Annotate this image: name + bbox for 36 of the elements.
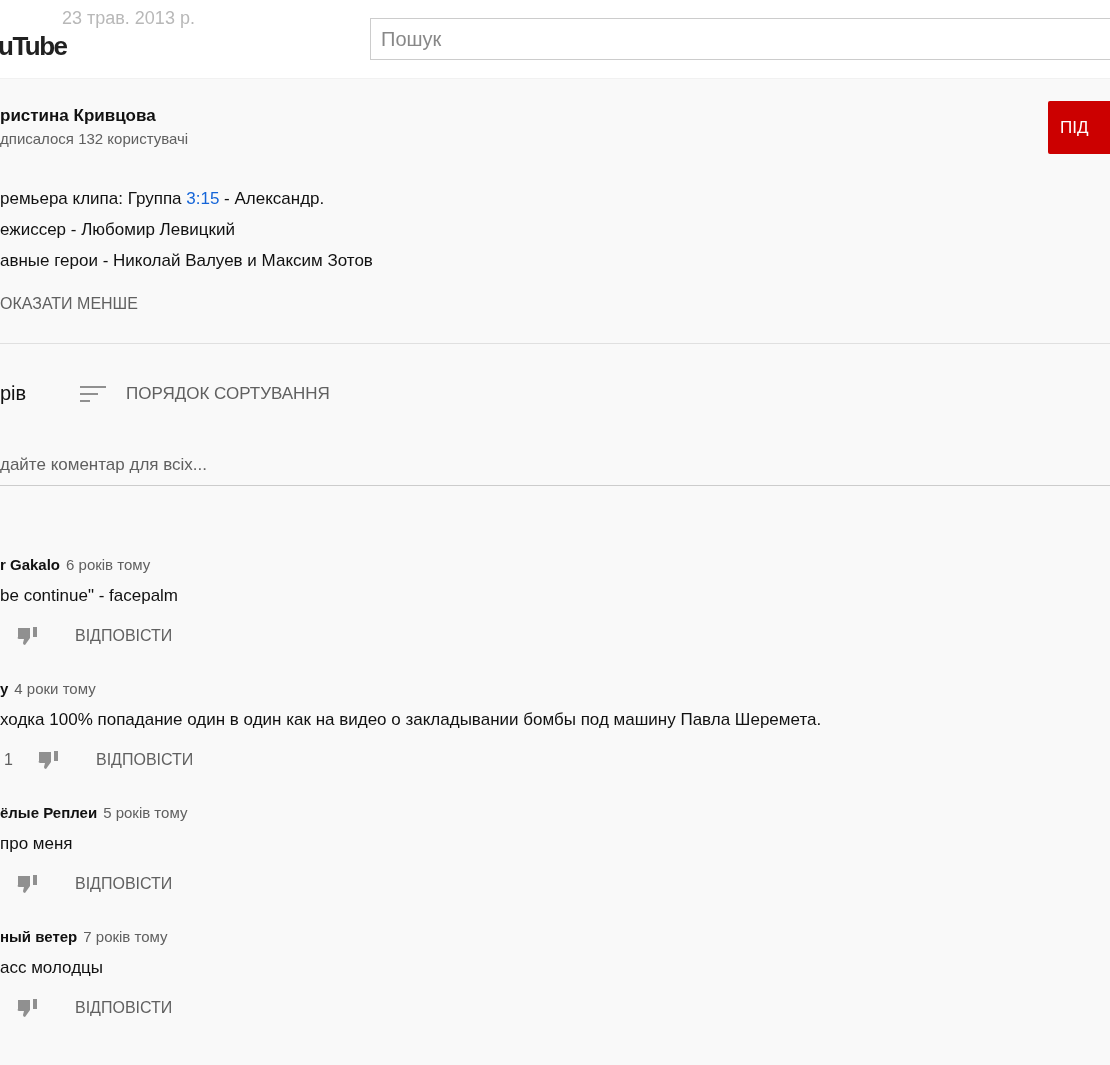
comment-author[interactable]: r Gakalo (0, 556, 61, 573)
comment-text: асс молодцы (0, 958, 104, 978)
description-line: ежиссер - Любомир Левицкий (0, 219, 236, 240)
comment-author[interactable]: y (0, 680, 9, 697)
search-field[interactable]: Пошук (370, 18, 1110, 60)
reply-button[interactable]: ВІДПОВІСТИ (96, 751, 194, 769)
like-count: 1 (4, 751, 14, 769)
comment-time[interactable]: 5 років тому (103, 804, 188, 821)
comment-time[interactable]: 7 років тому (83, 928, 168, 945)
comment-input[interactable]: дайте коментар для всіх... (0, 455, 1110, 486)
upload-date: 23 трав. 2013 р. (62, 8, 195, 29)
reply-button[interactable]: ВІДПОВІСТИ (75, 875, 173, 893)
description-line: авные герои - Николай Валуев и Максим Зотов (0, 250, 374, 271)
thumbs-down-icon[interactable] (38, 750, 60, 770)
logo[interactable]: uTube (0, 30, 67, 62)
description-line: ремьера клипа: Группа 3:15 - Александр. (0, 188, 326, 209)
reply-button[interactable]: ВІДПОВІСТИ (75, 999, 173, 1017)
comment-author[interactable]: ный ветер (0, 928, 78, 945)
thumbs-down-icon[interactable] (17, 874, 39, 894)
subscriber-count: дписалося 132 користувачі (0, 130, 189, 147)
comment-author[interactable]: ёлые Реплеи (0, 804, 98, 821)
reply-button[interactable]: ВІДПОВІСТИ (75, 627, 173, 645)
comment-text: be continue" - facepalm (0, 586, 180, 606)
comment-text: ходка 100% попадание один в один как на видео о закладывании бомбы под машину Павла Шеремета. (0, 710, 823, 730)
comment-time[interactable]: 6 років тому (66, 556, 151, 573)
thumbs-down-icon[interactable] (17, 626, 39, 646)
timestamp-link[interactable]: 3:15 (186, 189, 220, 208)
channel-name[interactable]: ристина Кривцова (0, 106, 189, 126)
sort-icon (80, 383, 106, 404)
sort-button[interactable]: ПОРЯДОК СОРТУВАННЯ (80, 383, 330, 404)
comment-count: рів (0, 382, 28, 405)
comment-text: про меня (0, 834, 74, 854)
thumbs-down-icon[interactable] (17, 998, 39, 1018)
show-less-button[interactable]: ОКАЗАТИ МЕНШЕ (0, 295, 138, 313)
subscribe-button[interactable]: ПІД (1048, 101, 1110, 154)
comment-time[interactable]: 4 роки тому (14, 680, 96, 697)
